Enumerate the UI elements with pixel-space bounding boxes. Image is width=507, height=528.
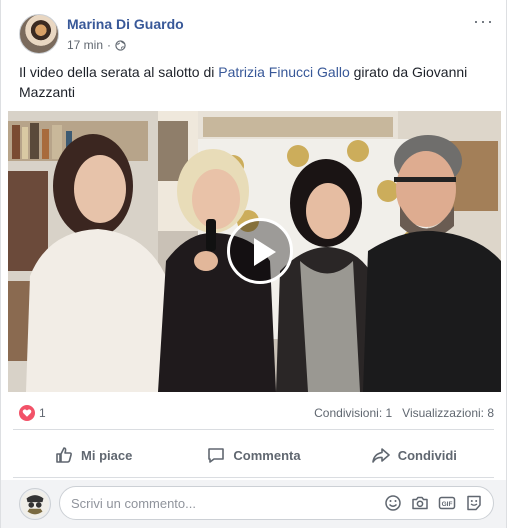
comment-placeholder: Scrivi un commento... bbox=[71, 496, 196, 511]
comment-icon bbox=[208, 448, 225, 463]
camera-icon[interactable] bbox=[411, 494, 429, 512]
post-meta: 17 min · bbox=[67, 38, 126, 52]
mention-link[interactable]: Patrizia Finucci Gallo bbox=[218, 64, 350, 80]
svg-text:GIF: GIF bbox=[442, 501, 453, 508]
comment-button[interactable]: Commenta bbox=[173, 438, 333, 472]
post-text: Il video della serata al salotto di Patr… bbox=[19, 62, 489, 102]
comment-area: Scrivi un commento... GIF bbox=[1, 480, 506, 528]
author-name[interactable]: Marina Di Guardo bbox=[67, 16, 184, 32]
video-player[interactable] bbox=[8, 111, 501, 392]
post-header: Marina Di Guardo 17 min · ··· bbox=[19, 12, 494, 56]
share-label: Condividi bbox=[397, 447, 457, 463]
gif-icon[interactable]: GIF bbox=[438, 494, 456, 512]
reaction-count[interactable]: 1 bbox=[39, 406, 46, 420]
post-time[interactable]: 17 min bbox=[67, 38, 103, 52]
action-bar: Mi piace Commenta Condividi bbox=[13, 438, 494, 472]
user-avatar[interactable] bbox=[19, 488, 51, 520]
heart-icon[interactable] bbox=[19, 405, 35, 421]
comment-tools: GIF bbox=[384, 494, 483, 512]
comment-label: Commenta bbox=[233, 447, 301, 463]
meta-separator: · bbox=[107, 38, 112, 52]
like-label: Mi piace bbox=[81, 447, 133, 463]
share-button[interactable]: Condividi bbox=[334, 438, 494, 472]
play-icon[interactable] bbox=[227, 218, 293, 284]
more-icon[interactable]: ··· bbox=[473, 12, 494, 30]
divider-bottom bbox=[13, 477, 494, 478]
author-avatar[interactable] bbox=[19, 14, 59, 54]
comment-input[interactable]: Scrivi un commento... GIF bbox=[59, 486, 494, 520]
emoji-icon[interactable] bbox=[384, 494, 402, 512]
like-icon bbox=[56, 447, 72, 463]
share-icon bbox=[371, 448, 390, 463]
post-stats: 1 Condivisioni: 1 Visualizzazioni: 8 bbox=[19, 404, 494, 424]
sticker-icon[interactable] bbox=[465, 494, 483, 512]
post-text-before: Il video della serata al salotto di bbox=[19, 64, 219, 80]
divider-top bbox=[13, 429, 494, 430]
post-card: Marina Di Guardo 17 min · ··· Il video d… bbox=[0, 0, 507, 528]
globe-icon[interactable] bbox=[115, 39, 126, 51]
like-button[interactable]: Mi piace bbox=[13, 438, 173, 472]
shares-views[interactable]: Condivisioni: 1 Visualizzazioni: 8 bbox=[314, 406, 494, 420]
